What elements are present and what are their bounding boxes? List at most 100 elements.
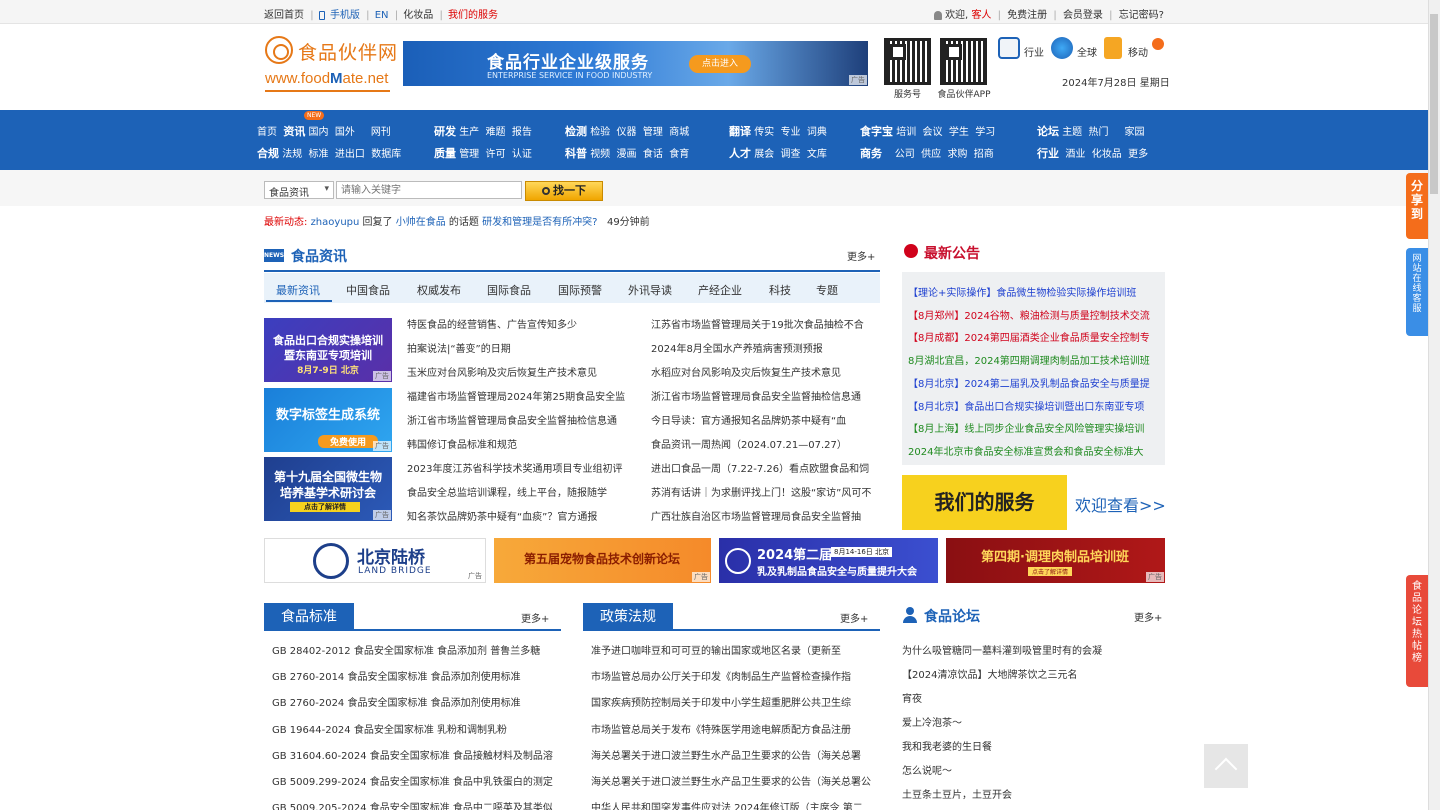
forum-hot-float-button[interactable]: 食品论坛热帖榜 — [1406, 575, 1428, 687]
search-button[interactable]: 找一下 — [525, 181, 603, 201]
nav-hot[interactable]: 热门 — [1089, 127, 1109, 138]
announcement-item[interactable]: 【8月成都】2024第四届酒类企业食品质量安全控制专 — [908, 329, 1163, 344]
policy-item[interactable]: 国家疾病预防控制局关于印发中小学生超重肥胖公共卫生综 — [591, 694, 878, 709]
standard-item[interactable]: GB 28402-2012 食品安全国家标准 食品添加剂 普鲁兰多糖 — [272, 642, 558, 657]
standard-item[interactable]: GB 19644-2024 食品安全国家标准 乳粉和调制乳粉 — [272, 721, 558, 736]
forum-more-link[interactable]: 更多+ — [1134, 609, 1162, 624]
news-item[interactable]: 进出口食品一周（7.22-7.26）看点欧盟食品和饲 — [651, 460, 879, 475]
news-item[interactable]: 韩国修订食品标准和规范 — [407, 436, 629, 451]
our-service-banner[interactable]: 我们的服务 — [902, 475, 1067, 530]
nav-professional[interactable]: 专业 — [781, 127, 801, 138]
nav-purchase[interactable]: 求购 — [947, 149, 967, 160]
industry-icon[interactable] — [998, 37, 1020, 59]
announcement-item[interactable]: 8月湖北宜昌，2024第四期调理肉制品加工技术培训班 — [908, 352, 1163, 367]
nav-cosmetics[interactable]: 化妆品 — [1092, 149, 1122, 160]
nav-regulations[interactable]: 法规 — [282, 149, 302, 160]
nav-mall[interactable]: 商城 — [669, 127, 689, 138]
nav-homeland[interactable]: 家园 — [1124, 127, 1144, 138]
activity-target-user-link[interactable]: 小帅在食品 — [396, 217, 446, 228]
ad-land-bridge[interactable]: 北京陆桥 LAND BRIDGE 广告 — [264, 538, 486, 583]
nav-transmission[interactable]: 传实 — [754, 127, 774, 138]
news-item[interactable]: 江苏省市场监督管理局关于19批次食品抽检不合 — [651, 316, 879, 331]
nav-testing[interactable]: 检测 — [565, 125, 587, 138]
announcement-item[interactable]: 【8月北京】食品出口合规实操培训暨出口东南亚专项 — [908, 398, 1163, 413]
nav-problems[interactable]: 难题 — [486, 127, 506, 138]
nav-video[interactable]: 视频 — [590, 149, 610, 160]
forum-post-item[interactable]: 怎么说呢～ — [902, 762, 1162, 777]
announcement-item[interactable]: 2024年北京市食品安全标准宣贯会和食品安全标准大 — [908, 443, 1163, 458]
forgot-password-link[interactable]: 忘记密码? — [1119, 10, 1164, 21]
tab-latest[interactable]: 最新资讯 — [276, 282, 320, 298]
search-category-select[interactable]: 食品资讯 — [264, 181, 334, 199]
nav-talent[interactable]: 人才 — [729, 147, 751, 160]
logo-text[interactable]: 食品伙伴网 — [298, 38, 398, 65]
back-home-link[interactable]: 返回首页 — [264, 10, 304, 21]
nav-food-education[interactable]: 食育 — [669, 149, 689, 160]
policy-item[interactable]: 准予进口咖啡豆和可可豆的输出国家或地区名录（更新至 — [591, 642, 878, 657]
nav-shizibao[interactable]: 食字宝 — [860, 125, 893, 138]
cosmetics-link[interactable]: 化妆品 — [403, 10, 433, 21]
forum-post-item[interactable]: 我和我老婆的生日餐 — [902, 738, 1162, 753]
nav-news[interactable]: 资讯 — [283, 125, 305, 138]
forum-post-item[interactable]: 土豆条土豆片，土豆开会 — [902, 786, 1162, 801]
scrollbar-thumb[interactable] — [1430, 14, 1438, 194]
nav-forum[interactable]: 论坛 — [1037, 125, 1059, 138]
mobile-phone-icon[interactable] — [1104, 37, 1122, 59]
ad-digital-label[interactable]: 数字标签生成系统 免费使用 广告 — [264, 388, 392, 452]
nav-industry[interactable]: 行业 — [1037, 147, 1059, 160]
nav-exhibitions[interactable]: 展会 — [754, 149, 774, 160]
policy-item[interactable]: 市场监管总局办公厅关于印发《肉制品生产监督检查操作指 — [591, 668, 878, 683]
tab-tech[interactable]: 科技 — [769, 282, 791, 298]
news-item[interactable]: 玉米应对台风影响及灾后恢复生产技术意见 — [407, 364, 629, 379]
policy-item[interactable]: 海关总署关于进口波兰野生水产品卫生要求的公告（海关总署 — [591, 747, 878, 762]
tab-intl-alert[interactable]: 国际预警 — [558, 282, 602, 298]
nav-training[interactable]: 培训 — [896, 127, 916, 138]
nav-topics[interactable]: 主题 — [1062, 127, 1082, 138]
nav-dictionary[interactable]: 词典 — [807, 127, 827, 138]
online-service-float-button[interactable]: 网站在线客服 — [1406, 248, 1428, 336]
standard-item[interactable]: GB 5009.299-2024 食品安全国家标准 食品中乳铁蛋白的测定 — [272, 773, 558, 788]
nav-domestic[interactable]: 国内 — [309, 127, 329, 138]
news-item[interactable]: 食品安全总监培训课程，线上平台，随报随学 — [407, 484, 629, 499]
logo-icon[interactable] — [265, 36, 293, 64]
en-link[interactable]: EN — [375, 10, 389, 21]
share-float-button[interactable]: 分享到 — [1406, 173, 1428, 239]
news-item[interactable]: 特医食品的经营销售、广告宣传知多少 — [407, 316, 629, 331]
news-item[interactable]: 浙江省市场监督管理局食品安全监督抽检信息通 — [407, 412, 629, 427]
news-item[interactable]: 食品资讯一周热闻（2024.07.21—07.27） — [651, 436, 879, 451]
register-link[interactable]: 免费注册 — [1007, 10, 1047, 21]
nav-meetings[interactable]: 会议 — [923, 127, 943, 138]
tab-intl-food[interactable]: 国际食品 — [487, 282, 531, 298]
announcement-item[interactable]: 【8月郑州】2024谷物、粮油检测与质量控制技术交流 — [908, 307, 1163, 322]
nav-compliance[interactable]: 合规 — [257, 147, 279, 160]
back-to-top-button[interactable] — [1204, 744, 1248, 788]
nav-database[interactable]: 数据库 — [371, 149, 401, 160]
nav-survey[interactable]: 调查 — [781, 149, 801, 160]
ad-export-training[interactable]: 食品出口合规实操培训 暨东南亚专项培训 8月7-9日 北京 广告 — [264, 318, 392, 382]
tab-china-food[interactable]: 中国食品 — [346, 282, 390, 298]
tab-foreign-digest[interactable]: 外讯导读 — [628, 282, 672, 298]
nav-standards[interactable]: 标准 — [309, 149, 329, 160]
news-item[interactable]: 2023年度江苏省科学技术奖通用项目专业组初评 — [407, 460, 629, 475]
nav-learning[interactable]: 学习 — [975, 127, 995, 138]
nav-reports[interactable]: 报告 — [512, 127, 532, 138]
news-item[interactable]: 水稻应对台风影响及灾后恢复生产技术意见 — [651, 364, 879, 379]
news-item[interactable]: 浙江省市场监督管理局食品安全监督抽检信息通 — [651, 388, 879, 403]
nav-science[interactable]: 科普 — [565, 147, 587, 160]
forum-post-item[interactable]: 宵夜 — [902, 690, 1162, 705]
tab-official[interactable]: 权威发布 — [417, 282, 461, 298]
nav-magazine[interactable]: 网刊 — [371, 127, 391, 138]
standard-item[interactable]: GB 31604.60-2024 食品安全国家标准 食品接触材料及制品溶 — [272, 747, 558, 762]
nav-companies[interactable]: 公司 — [895, 149, 915, 160]
ad-meat-training[interactable]: 第四期·调理肉制品培训班 点击了解详情 广告 — [946, 538, 1165, 583]
activity-topic-link[interactable]: 研发和管理是否有所冲突? — [482, 217, 597, 228]
news-more-link[interactable]: 更多+ — [847, 248, 875, 263]
tab-special[interactable]: 专题 — [816, 282, 838, 298]
nav-quality-management[interactable]: 管理 — [459, 149, 479, 160]
quick-global-link[interactable]: 全球 — [1077, 44, 1097, 59]
nav-license[interactable]: 许可 — [486, 149, 506, 160]
nav-foreign[interactable]: 国外 — [335, 127, 355, 138]
announcement-item[interactable]: 【8月北京】2024第二届乳及乳制品食品安全与质量提 — [908, 375, 1163, 390]
policy-item[interactable]: 海关总署关于进口波兰野生水产品卫生要求的公告（海关总署公 — [591, 773, 878, 788]
news-item[interactable]: 拍案说法|“善变”的日期 — [407, 340, 629, 355]
